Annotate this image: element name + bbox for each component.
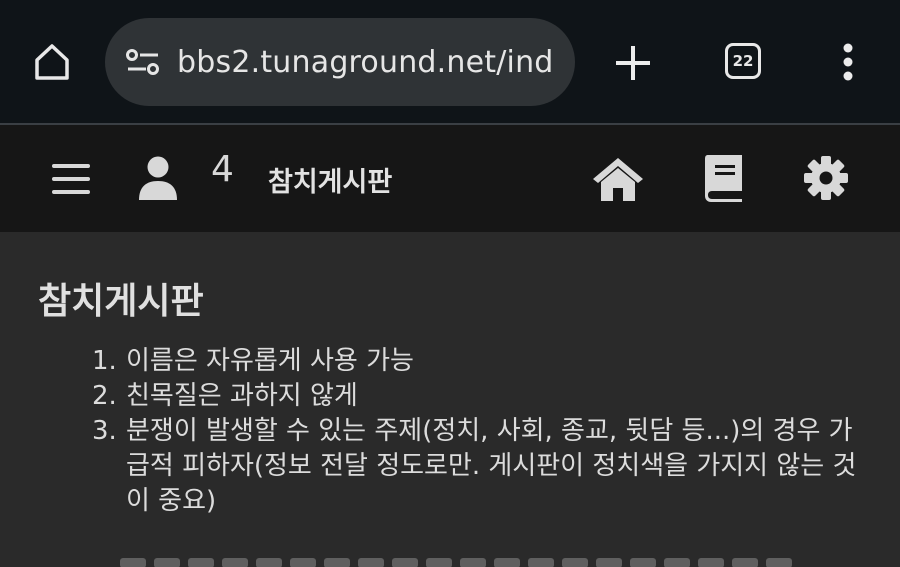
board-index-button[interactable] [702,153,746,203]
menu-button[interactable] [50,161,94,197]
rule-text: 친목질은 과하지 않게 [126,381,358,411]
online-users-button[interactable] [136,155,180,201]
tabs-icon: 22 [725,43,761,79]
board-name[interactable]: 참치게시판 [268,160,392,199]
rules-list: 1. 이름은 자유롭게 사용 가능 2. 친목질은 과하지 않게 3. 분쟁이 … [0,344,900,519]
browser-toolbar: bbs2.tunaground.net/ind 22 [0,0,900,123]
more-vert-icon [843,43,853,81]
home-icon [35,44,69,80]
list-item: 3. 분쟁이 발생할 수 있는 주제(정치, 사회, 종교, 뒷담 등...)의… [0,414,900,519]
new-tab-button[interactable] [610,40,656,86]
rule-number: 3. [92,416,117,446]
rule-text: 분쟁이 발생할 수 있는 주제(정치, 사회, 종교, 뒷담 등...)의 경우… [126,416,857,516]
list-item: 2. 친목질은 과하지 않게 [0,379,900,414]
tune-icon [126,49,159,75]
rule-text: 이름은 자유롭게 사용 가능 [126,346,414,376]
site-header: 4 참치게시판 [0,125,900,232]
rule-number: 1. [92,346,117,376]
url-text[interactable]: bbs2.tunaground.net/ind [177,45,554,80]
site-info-button[interactable] [123,42,163,82]
board-home-button[interactable] [591,155,645,203]
home-icon [593,158,643,201]
clipped-text-line [120,553,820,567]
plus-icon [616,46,650,80]
browser-home-button[interactable] [26,38,78,86]
tab-switcher-button[interactable]: 22 [720,38,766,84]
board-content: 참치게시판 1. 이름은 자유롭게 사용 가능 2. 친목질은 과하지 않게 3… [0,232,900,567]
address-bar[interactable]: bbs2.tunaground.net/ind [105,18,575,106]
user-count: 4 [211,149,234,190]
rule-number: 2. [92,381,117,411]
list-item: 1. 이름은 자유롭게 사용 가능 [0,344,900,379]
page-title: 참치게시판 [38,281,204,322]
browser-menu-button[interactable] [828,38,868,86]
menu-icon [52,164,90,194]
book-icon [705,155,742,202]
tab-count: 22 [732,52,754,70]
user-icon [139,156,177,200]
settings-button[interactable] [803,155,849,201]
gear-icon [804,156,848,200]
